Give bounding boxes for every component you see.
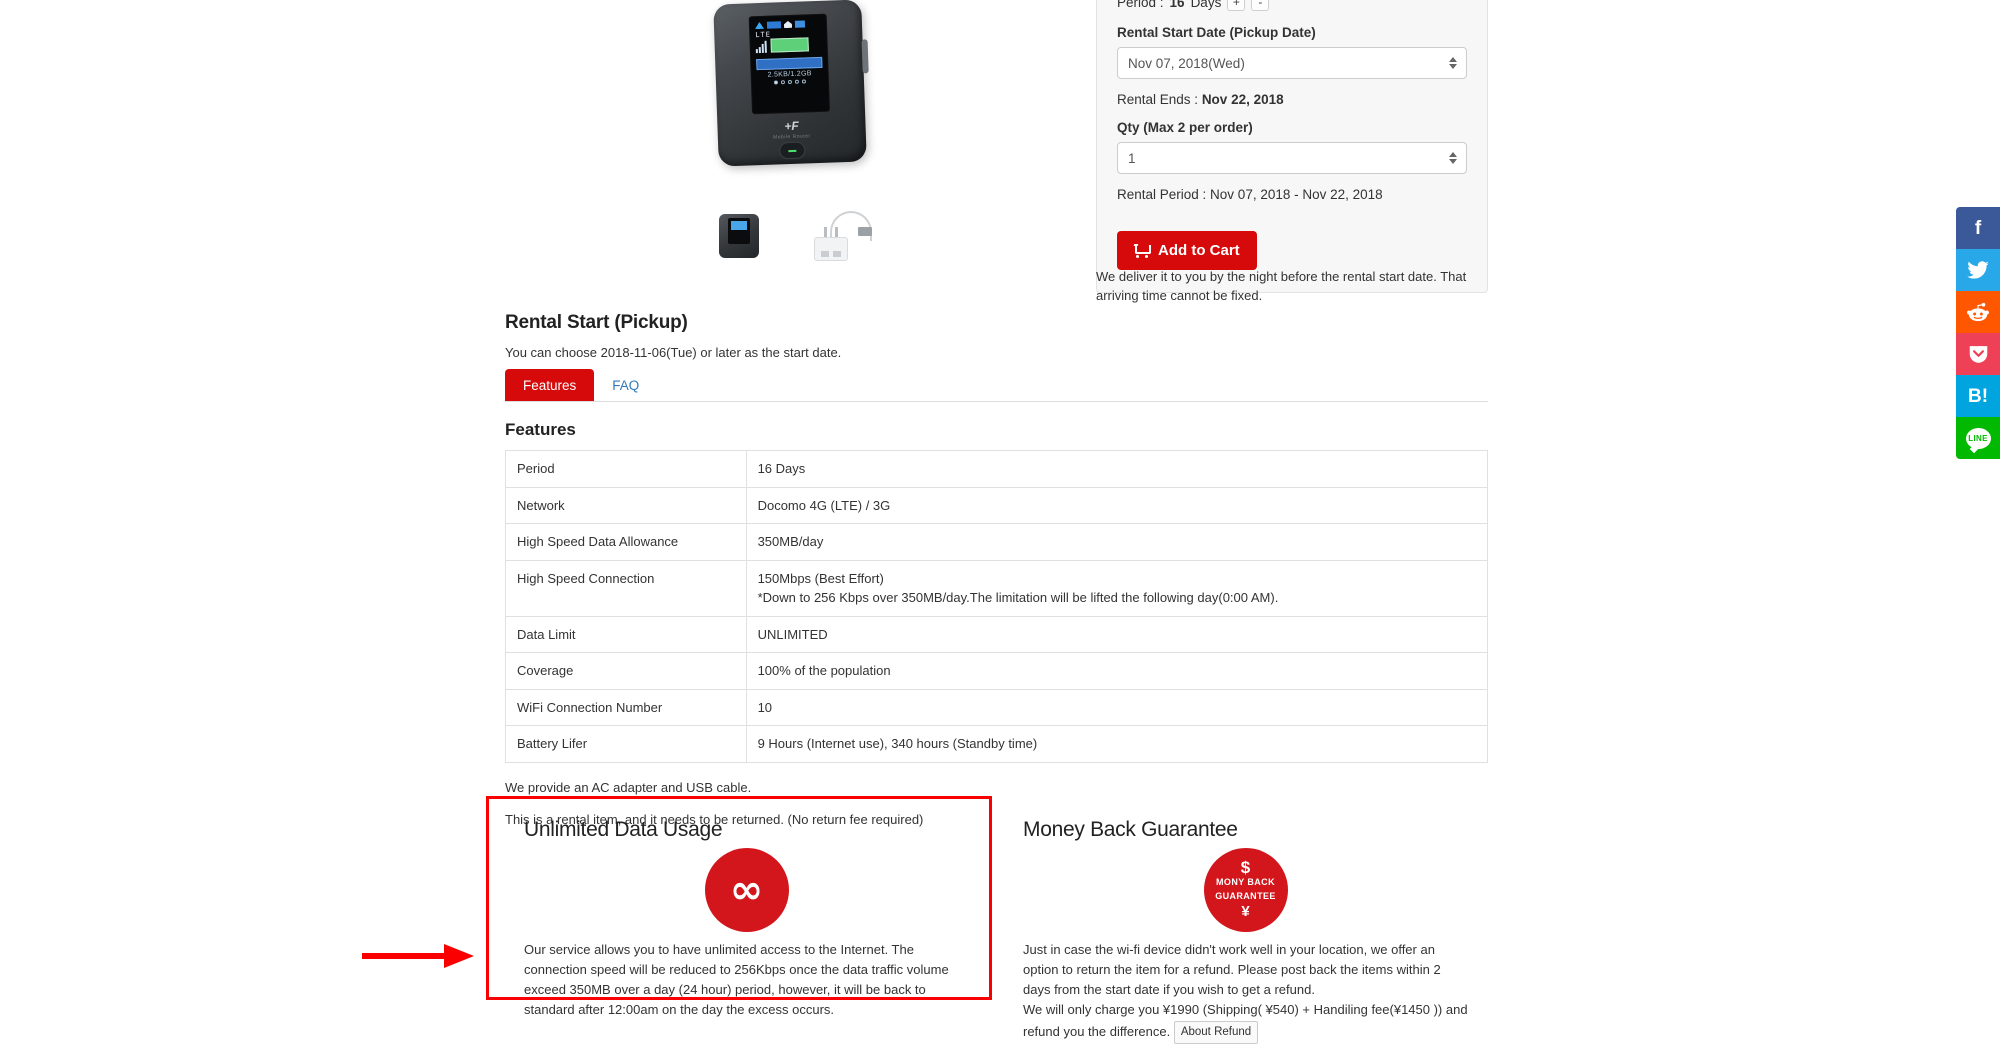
rental-start-title: Rental Start (Pickup) [505,312,688,333]
tab-faq[interactable]: FAQ [594,369,657,401]
chevron-updown-icon [1449,152,1457,164]
promo-moneyback-body2: We will only charge you ¥1990 (Shipping(… [1023,1000,1468,1045]
line-share-icon[interactable]: LINE [1956,417,2000,459]
tab-features[interactable]: Features [505,369,595,401]
feature-key: Period [505,450,747,488]
router-power-button [779,141,806,159]
pocket-share-icon[interactable] [1956,333,2000,375]
feature-key: Battery Lifer [505,725,747,763]
period-prefix: Period : [1117,0,1164,10]
accessories-note: We provide an AC adapter and USB cable. [505,779,752,795]
qty-label: Qty (Max 2 per order) [1117,120,1253,135]
infinity-badge-icon: ∞ [704,848,789,932]
detail-tabs: Features FAQ [505,369,1488,402]
features-table: Period 16 Days Network Docomo 4G (LTE) /… [505,450,1489,763]
qty-value: 1 [1128,150,1136,166]
table-row: High Speed Data Allowance 350MB/day [505,523,1489,561]
chevron-updown-icon [1449,57,1457,69]
wifi-icon [755,21,764,28]
thumbnail-list [505,205,1075,267]
rental-ends-row: Rental Ends : Nov 22, 2018 [1117,92,1467,107]
table-row: Battery Lifer 9 Hours (Internet use), 34… [505,725,1489,763]
feature-value-line2: *Down to 256 Kbps over 350MB/day.The lim… [757,590,1279,605]
infinity-icon: ∞ [729,867,764,913]
router-screen: LTE 2.5KB/1.2GB [748,13,831,114]
money-back-badge-icon: $ MONY BACK GUARANTEE ¥ [1203,848,1288,932]
signal-bars-icon [755,40,767,53]
arrow-annotation-icon [362,944,474,968]
promo-moneyback-title: Money Back Guarantee [1023,818,1238,841]
feature-value: 150Mbps (Best Effort) *Down to 256 Kbps … [745,559,1489,617]
thumbnail-router[interactable] [706,205,772,267]
feature-value: UNLIMITED [745,615,1489,653]
delivery-note: We deliver it to you by the night before… [1096,269,1467,303]
main-product-image[interactable]: LTE 2.5KB/1.2GB +F Mobile Router [505,0,1075,185]
feature-key: Data Limit [505,615,747,653]
details-section: Rental Start (Pickup) You can choose 201… [505,312,1489,827]
battery-icon [794,19,806,28]
rental-start-date-select[interactable]: Nov 07, 2018(Wed) [1117,47,1467,79]
feature-key: Coverage [505,652,747,690]
table-row: Period 16 Days [505,450,1489,488]
period-increase-button[interactable]: + [1227,0,1246,11]
promo-moneyback-body1: Just in case the wi-fi device didn't wor… [1023,942,1441,998]
badge-line1: MONY BACK [1216,877,1275,888]
hatena-bookmark-icon[interactable]: B! [1956,375,2000,417]
promo-unlimited-badge-wrap: ∞ [524,848,969,932]
feature-value: 350MB/day [745,523,1489,561]
qty-select[interactable]: 1 [1117,142,1467,174]
feature-key: High Speed Connection [505,559,747,617]
promo-money-back: Money Back Guarantee $ MONY BACK GUARANT… [1004,796,1487,1054]
badge-line2: GUARANTEE [1215,890,1276,901]
promo-moneyback-badge-wrap: $ MONY BACK GUARANTEE ¥ [1023,848,1468,932]
rental-ends-value: Nov 22, 2018 [1201,92,1284,107]
reddit-share-icon[interactable] [1956,291,2000,333]
feature-key: WiFi Connection Number [505,688,747,726]
period-unit: Days [1190,0,1222,10]
rental-start-note: You can choose 2018-11-06(Tue) or later … [505,345,842,360]
table-row: Coverage 100% of the population [505,652,1489,690]
add-to-cart-button[interactable]: Add to Cart [1117,231,1257,270]
table-row: High Speed Connection 150Mbps (Best Effo… [505,559,1489,617]
about-refund-button[interactable]: About Refund [1173,1020,1259,1045]
features-heading: Features [505,420,576,439]
feature-key: High Speed Data Allowance [505,523,747,561]
battery-level-bar [770,36,809,53]
facebook-share-icon[interactable]: f [1956,207,2000,249]
add-to-cart-label: Add to Cart [1158,242,1240,259]
social-share-rail: f B! LINE [1956,207,2000,459]
feature-key: Network [505,486,747,524]
home-icon [784,20,792,27]
rental-start-date-label: Rental Start Date (Pickup Date) [1117,25,1316,40]
feature-value: 100% of the population [745,652,1489,690]
twitter-share-icon[interactable] [1956,249,2000,291]
feature-value: 10 [745,688,1489,726]
cart-icon [1134,244,1151,258]
thumbnail-ac-adapter[interactable] [808,205,874,267]
rental-start-date-value: Nov 07, 2018(Wed) [1128,55,1245,71]
table-row: Data Limit UNLIMITED [505,615,1489,653]
promo-unlimited-data: Unlimited Data Usage ∞ Our service allow… [505,796,988,1054]
feature-value: Docomo 4G (LTE) / 3G [745,486,1489,524]
table-row: Network Docomo 4G (LTE) / 3G [505,486,1489,524]
sim-icon [766,20,782,29]
product-gallery: LTE 2.5KB/1.2GB +F Mobile Router [505,0,1075,267]
promo-section: Unlimited Data Usage ∞ Our service allow… [505,796,1488,1054]
yen-icon: ¥ [1241,902,1250,920]
rental-period-line: Rental Period : Nov 07, 2018 - Nov 22, 2… [1117,187,1383,202]
period-value: 16 [1169,0,1185,10]
promo-unlimited-title: Unlimited Data Usage [524,818,723,841]
feature-value: 16 Days [745,450,1489,488]
promo-unlimited-body: Our service allows you to have unlimited… [524,942,949,1018]
rental-ends-prefix: Rental Ends : [1117,92,1199,107]
table-row: WiFi Connection Number 10 [505,688,1489,726]
feature-value: 9 Hours (Internet use), 340 hours (Stand… [745,725,1489,763]
period-row: Period : 16 Days + - [1117,0,1467,11]
period-decrease-button[interactable]: - [1251,0,1270,11]
booking-panel: Period : 16 Days + - Rental Start Date (… [1096,0,1488,293]
mobile-router-device-image: LTE 2.5KB/1.2GB +F Mobile Router [713,0,867,167]
feature-value-line1: 150Mbps (Best Effort) [757,570,884,586]
dollar-icon: $ [1240,858,1251,878]
product-page: LTE 2.5KB/1.2GB +F Mobile Router Period … [0,0,2000,1054]
